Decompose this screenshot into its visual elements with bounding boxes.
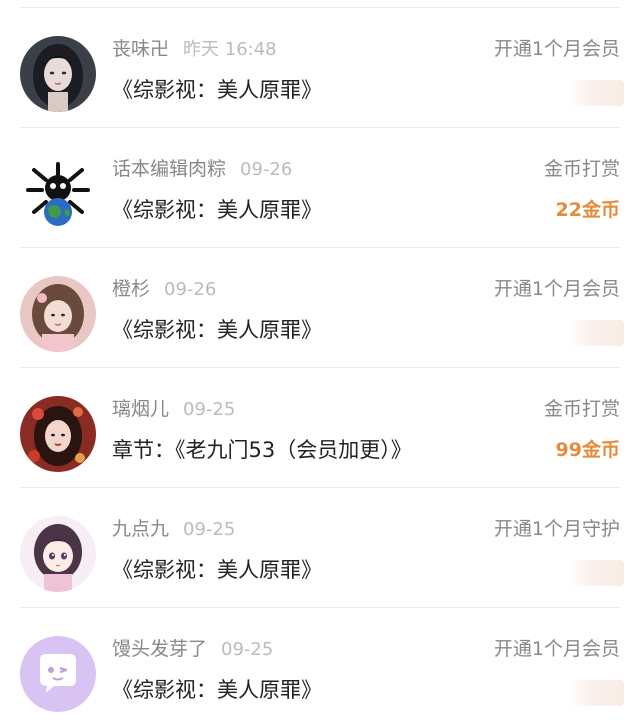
action-label: 开通1个月会员 (493, 638, 620, 660)
work-title[interactable]: 章节：《老九门53（会员加更）》 (112, 436, 412, 464)
username[interactable]: 九点九 (112, 518, 169, 540)
avatar-globe-creature-icon[interactable] (20, 156, 96, 232)
meta-line: 丧味卍 昨天 16:48 (112, 37, 277, 62)
list-item[interactable]: 馒头发芽了 09-25 《综影视：美人原罪》 开通1个月会员 (0, 608, 640, 728)
blurred-badge (568, 680, 624, 706)
blurred-badge (568, 80, 624, 106)
timestamp: 09-25 (183, 399, 236, 420)
list-item[interactable]: 九点九 09-25 《综影视：美人原罪》 开通1个月守护 (0, 488, 640, 608)
action-label: 金币打赏 (543, 158, 620, 180)
meta-line: 橙杉 09-26 (112, 277, 216, 302)
work-title[interactable]: 《综影视：美人原罪》 (112, 316, 322, 344)
list-item[interactable]: 橙杉 09-26 《综影视：美人原罪》 开通1个月会员 (0, 248, 640, 368)
work-title[interactable]: 《综影视：美人原罪》 (112, 76, 322, 104)
meta-line: 话本编辑肉粽 09-26 (112, 157, 292, 182)
avatar-girl-pink-icon[interactable] (20, 276, 96, 352)
list-item[interactable]: 璃烟儿 09-25 章节：《老九门53（会员加更）》 金币打赏 99金币 (0, 368, 640, 488)
action-label: 开通1个月会员 (493, 38, 620, 60)
avatar-anime-girl-icon[interactable] (20, 516, 96, 592)
blurred-badge (568, 560, 624, 586)
work-title[interactable]: 《综影视：美人原罪》 (112, 196, 322, 224)
username[interactable]: 话本编辑肉粽 (112, 158, 226, 180)
support-record-list: 丧味卍 昨天 16:48 《综影视：美人原罪》 开通1个月会员 话本编辑肉粽 0… (0, 0, 640, 715)
avatar-girl-dark-hair-icon[interactable] (20, 36, 96, 112)
timestamp: 09-25 (221, 639, 274, 660)
avatar-girl-red-flowers-icon[interactable] (20, 396, 96, 472)
meta-line: 馒头发芽了 09-25 (112, 637, 273, 662)
list-item[interactable]: 丧味卍 昨天 16:48 《综影视：美人原罪》 开通1个月会员 (0, 8, 640, 128)
blurred-badge (568, 320, 624, 346)
username[interactable]: 璃烟儿 (112, 398, 169, 420)
username[interactable]: 丧味卍 (112, 38, 169, 60)
timestamp: 09-26 (164, 279, 217, 300)
amount-label: 99金币 (555, 439, 620, 461)
action-label: 开通1个月守护 (493, 518, 620, 540)
username[interactable]: 橙杉 (112, 278, 150, 300)
meta-line: 九点九 09-25 (112, 517, 235, 542)
list-item[interactable]: 话本编辑肉粽 09-26 《综影视：美人原罪》 金币打赏 22金币 (0, 128, 640, 248)
timestamp: 09-25 (183, 519, 236, 540)
amount-label: 22金币 (555, 199, 620, 221)
action-label: 金币打赏 (543, 398, 620, 420)
work-title[interactable]: 《综影视：美人原罪》 (112, 676, 322, 704)
timestamp: 09-26 (240, 159, 293, 180)
timestamp: 昨天 16:48 (183, 39, 277, 60)
action-label: 开通1个月会员 (493, 278, 620, 300)
username[interactable]: 馒头发芽了 (112, 638, 207, 660)
avatar-default-chat-bubble-icon[interactable] (20, 636, 96, 712)
work-title[interactable]: 《综影视：美人原罪》 (112, 556, 322, 584)
meta-line: 璃烟儿 09-25 (112, 397, 235, 422)
